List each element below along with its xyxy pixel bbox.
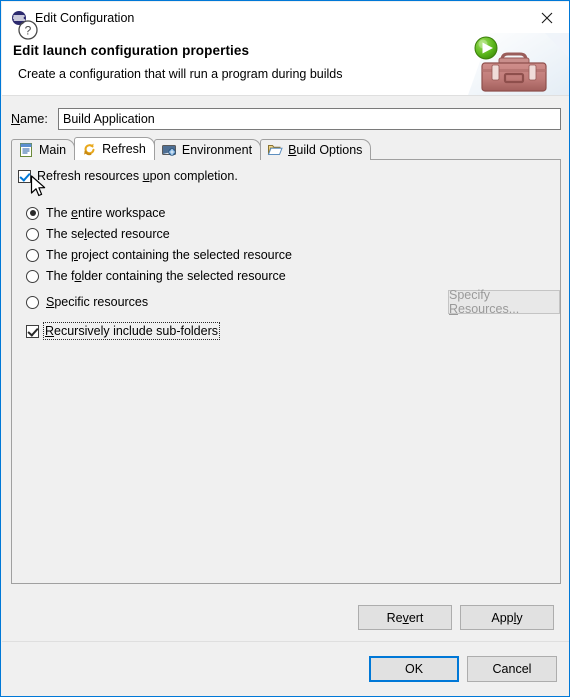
revert-pre: Re bbox=[386, 610, 403, 625]
name-row: Name: bbox=[11, 108, 561, 130]
radio-entire-workspace-label: The entire workspace bbox=[46, 206, 166, 220]
document-list-icon bbox=[20, 143, 32, 157]
recursive-subfolders-checkbox[interactable] bbox=[26, 324, 39, 338]
name-label: Name: bbox=[11, 112, 58, 126]
radio-project-containing[interactable]: The project containing the selected reso… bbox=[26, 248, 292, 262]
radio-entire-workspace-control[interactable] bbox=[26, 206, 39, 220]
name-input[interactable] bbox=[58, 108, 561, 130]
specify-post: esources... bbox=[458, 302, 520, 316]
refresh-tab-panel: Refresh resources upon completion. The e… bbox=[11, 159, 561, 584]
tab-build-options-mnemonic: B bbox=[288, 143, 297, 157]
cancel-button[interactable]: Cancel bbox=[467, 656, 557, 682]
radio2-post: roject containing the selected resource bbox=[77, 248, 292, 262]
toolbox-with-run-badge-icon bbox=[468, 33, 569, 95]
radio-specific-resources-control[interactable] bbox=[26, 295, 39, 309]
specify-pre: Specify bbox=[449, 288, 490, 302]
radio-specific-resources-label: Specific resources bbox=[46, 295, 148, 309]
refresh-label-post: pon completion. bbox=[149, 169, 238, 183]
dialog-body: Name: Main Refresh bbox=[2, 96, 569, 641]
apply-button[interactable]: Apply bbox=[460, 605, 554, 630]
tab-environment-label: Environment bbox=[181, 143, 253, 157]
refresh-arrows-icon bbox=[84, 143, 95, 156]
edit-configuration-dialog: Edit Configuration Edit launch configura… bbox=[0, 0, 570, 697]
radio-project-containing-label: The project containing the selected reso… bbox=[46, 248, 292, 262]
radio-selected-resource-label: The selected resource bbox=[46, 227, 170, 241]
refresh-on-completion-checkbox-row[interactable]: Refresh resources upon completion. bbox=[18, 169, 238, 183]
refresh-on-completion-label: Refresh resources upon completion. bbox=[37, 169, 238, 183]
specify-mnemonic: R bbox=[449, 302, 459, 316]
environment-monitor-icon bbox=[161, 145, 176, 156]
tab-refresh-label: Refresh bbox=[102, 142, 146, 156]
title-bar: Edit Configuration bbox=[2, 2, 569, 33]
tab-main[interactable]: Main bbox=[11, 139, 76, 160]
recursive-subfolders-label: Recursively include sub-folders bbox=[43, 322, 220, 340]
cancel-label: Cancel bbox=[492, 662, 532, 676]
specify-resources-button[interactable]: Specify Resources... bbox=[448, 288, 560, 316]
radio0-pre: The bbox=[46, 206, 72, 220]
window-title: Edit Configuration bbox=[35, 10, 135, 25]
radio0-mnemonic: e bbox=[71, 206, 78, 220]
tab-build-options[interactable]: Build Options bbox=[260, 139, 372, 160]
radio1-post: ected resource bbox=[87, 227, 170, 241]
tab-environment[interactable]: Environment bbox=[153, 139, 262, 160]
radio1-pre: The se bbox=[46, 227, 85, 241]
radio-project-containing-control[interactable] bbox=[26, 248, 39, 262]
radio-folder-containing-control[interactable] bbox=[26, 269, 39, 283]
tab-strip: Main Refresh Environment Build Options bbox=[11, 137, 561, 160]
revert-button[interactable]: Revert bbox=[358, 605, 452, 630]
apply-post: y bbox=[516, 610, 523, 625]
radio-entire-workspace[interactable]: The entire workspace bbox=[26, 206, 166, 220]
radio2-mnemonic: p bbox=[71, 248, 78, 262]
apply-pre: App bbox=[491, 610, 514, 625]
radio-selected-resource-control[interactable] bbox=[26, 227, 39, 241]
open-folder-icon bbox=[267, 145, 283, 155]
name-label-rest: ame: bbox=[20, 112, 48, 126]
tab-main-label: Main bbox=[39, 143, 67, 157]
radio-folder-containing[interactable]: The folder containing the selected resou… bbox=[26, 269, 286, 283]
recursive-post: ecursively include sub-folders bbox=[54, 324, 218, 338]
tab-refresh[interactable]: Refresh bbox=[74, 137, 155, 160]
close-button[interactable] bbox=[524, 2, 569, 33]
radio3-pre: The f bbox=[46, 269, 75, 283]
radio0-post: ntire workspace bbox=[77, 206, 166, 220]
name-label-mnemonic: N bbox=[11, 112, 21, 126]
help-question-icon[interactable]: ? bbox=[17, 19, 39, 41]
page-title: Edit launch configuration properties bbox=[13, 43, 250, 58]
refresh-on-completion-checkbox[interactable] bbox=[18, 169, 31, 183]
svg-text:?: ? bbox=[25, 24, 32, 38]
apply-label: Apply bbox=[491, 611, 522, 625]
radio-folder-containing-label: The folder containing the selected resou… bbox=[46, 269, 286, 283]
ok-label: OK bbox=[404, 662, 424, 676]
tab-build-options-label: Build Options bbox=[288, 143, 363, 157]
close-icon bbox=[541, 12, 553, 23]
radio-selected-resource[interactable]: The selected resource bbox=[26, 227, 170, 241]
refresh-label-pre: Refresh resources bbox=[37, 169, 143, 183]
radio4-post: pecific resources bbox=[54, 295, 149, 309]
header-banner: Edit launch configuration properties Cre… bbox=[2, 33, 569, 96]
radio3-post: lder containing the selected resource bbox=[81, 269, 286, 283]
ok-button[interactable]: OK bbox=[369, 656, 459, 682]
page-subtitle: Create a configuration that will run a p… bbox=[18, 67, 343, 81]
radio-specific-resources[interactable]: Specific resources bbox=[26, 295, 148, 309]
recursive-mnemonic: R bbox=[45, 324, 55, 338]
radio2-pre: The bbox=[46, 248, 72, 262]
recursive-subfolders-checkbox-row[interactable]: Recursively include sub-folders bbox=[26, 322, 220, 340]
specify-resources-label: Specify Resources... bbox=[449, 288, 559, 316]
refresh-label-mnemonic: u bbox=[142, 169, 150, 183]
revert-label: Revert bbox=[387, 611, 424, 625]
revert-post: ert bbox=[408, 610, 424, 625]
